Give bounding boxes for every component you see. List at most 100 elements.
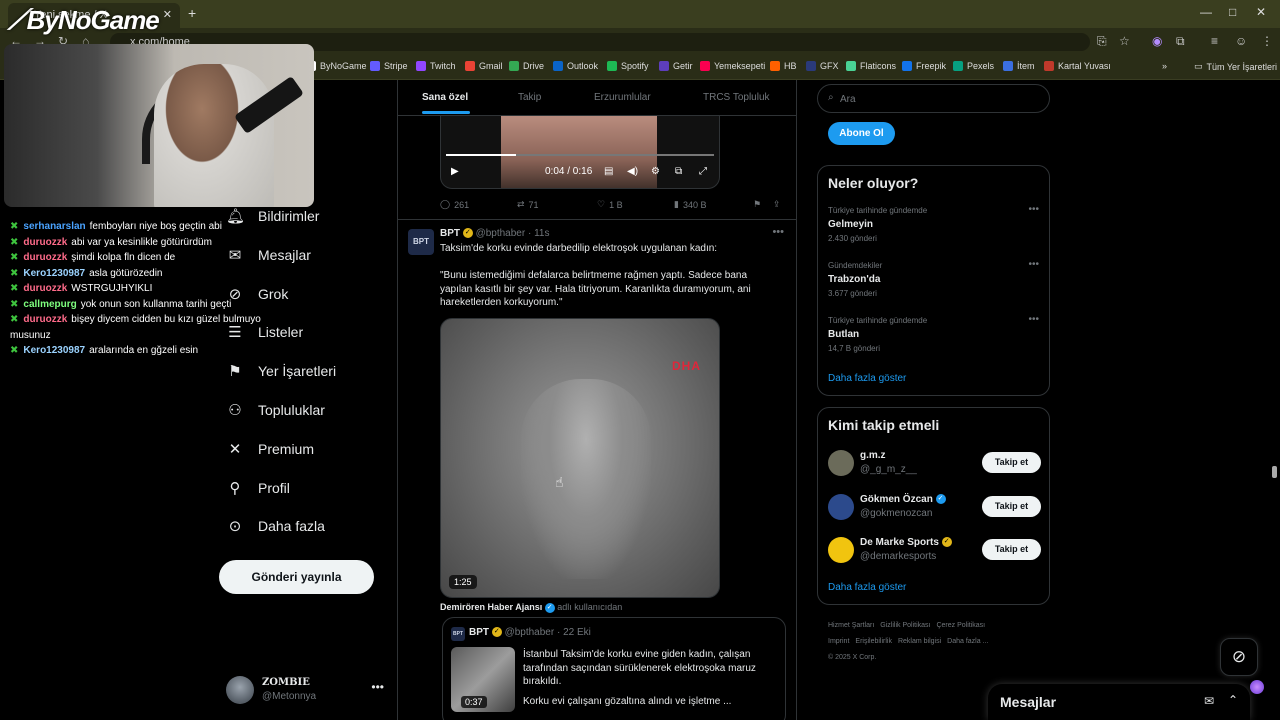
nav-item[interactable]: ✕ Premium [226, 440, 314, 458]
trend-item[interactable]: Türkiye tarihinde gündemde Gelmeyin 2.430 … [828, 204, 1041, 243]
repost-button[interactable]: ⇄ 71 [517, 199, 539, 210]
share-icon[interactable]: ⇪ [773, 199, 781, 210]
video-player[interactable]: ▶ 0:04 / 0:16 ▤ ◀) ⚙ ⧉ ⤢ [440, 116, 720, 189]
star-icon[interactable]: ☆ [1119, 34, 1130, 48]
follow-button[interactable]: Takip et [982, 495, 1041, 517]
nav-item[interactable]: ⚇ Topluluklar [226, 401, 325, 419]
bookmark-item[interactable]: GFX [806, 61, 839, 71]
quoted-tweet[interactable]: BPT BPT ✓ @bpthaber · 22 Eki 0:37 İstanb… [442, 617, 786, 720]
nav-item[interactable]: 🔔︎ Bildirimler [226, 207, 319, 225]
tab-for-you[interactable]: Sana özel [422, 92, 468, 103]
grok-icon[interactable]: ⊘ [1220, 638, 1258, 676]
install-icon[interactable]: ⎘ [1097, 34, 1107, 49]
new-tab-icon[interactable]: + [188, 5, 196, 21]
trends-title: Neler oluyor? [828, 175, 919, 191]
nav-item[interactable]: ⊘ Grok [226, 285, 289, 303]
nav-item[interactable]: ☰ Listeler [226, 323, 303, 341]
bookmark-item[interactable]: Flaticons [846, 61, 896, 71]
menu-icon[interactable]: ⋮ [1261, 34, 1273, 48]
more-icon[interactable]: ••• [1028, 259, 1039, 270]
tab-trcs[interactable]: TRCS Topluluk [703, 92, 770, 103]
fullscreen-icon[interactable]: ⤢ [699, 166, 707, 177]
follow-suggestion[interactable]: De Marke Sports ✓ @demarkesports Takip et [828, 535, 1041, 565]
subscribe-button[interactable]: Abone Ol [828, 122, 895, 145]
captions-icon[interactable]: ▤ [604, 166, 613, 177]
tweet-time[interactable]: · 11s [528, 228, 550, 239]
messages-dock[interactable]: Mesajlar ✉ ⌃ [988, 684, 1250, 720]
tab-erzurumlular[interactable]: Erzurumlular [594, 92, 651, 103]
bookmark-item[interactable]: Kartal Yuvası [1044, 61, 1111, 71]
bookmark-item[interactable]: Drive [509, 61, 544, 71]
play-icon[interactable]: ▶ [451, 166, 459, 177]
nav-item[interactable]: ⚲ Profil [226, 479, 290, 497]
tweet-author[interactable]: BPT [440, 228, 460, 239]
footer-link[interactable]: © 2025 X Corp. [828, 654, 876, 661]
footer-link[interactable]: Reklam bilgisi [898, 638, 941, 645]
settings-icon[interactable]: ⚙ [651, 166, 660, 177]
follow-suggestion[interactable]: Gökmen Özcan ✓ @gokmenozcan Takip et [828, 492, 1041, 522]
maximize-icon[interactable]: □ [1229, 5, 1236, 19]
follow-button[interactable]: Takip et [982, 539, 1041, 560]
more-icon[interactable]: ••• [1028, 204, 1039, 215]
puzzle-icon[interactable]: ⧉ [1176, 34, 1185, 49]
post-button[interactable]: Gönderi yayınla [219, 560, 374, 594]
more-icon[interactable]: ••• [772, 226, 784, 238]
footer-link[interactable]: Hizmet Şartları [828, 622, 874, 629]
bookmark-item[interactable]: Outlook [553, 61, 598, 71]
scrollbar-thumb[interactable] [1272, 466, 1277, 478]
video-progress[interactable] [446, 154, 714, 156]
bookmark-item[interactable]: Spotify [607, 61, 649, 71]
bookmark-item[interactable]: İtem [1003, 61, 1035, 71]
extension-badge-icon[interactable] [1250, 680, 1264, 694]
avatar[interactable]: BPT [408, 229, 434, 255]
nav-item[interactable]: ⊙ Daha fazla [226, 517, 325, 535]
nav-item[interactable]: ⚑ Yer İşaretleri [226, 362, 336, 380]
bookmarks-overflow-icon[interactable]: » [1162, 61, 1167, 71]
pip-icon[interactable]: ⧉ [675, 166, 682, 177]
bookmark-item[interactable]: Pexels [953, 61, 994, 71]
more-icon[interactable]: ••• [371, 680, 384, 694]
tweet-video[interactable]: DHA 1:25 ☝ [440, 318, 720, 598]
footer-link[interactable]: Gizlilik Politikası [880, 622, 930, 629]
close-tab-icon[interactable]: ✕ [163, 8, 172, 21]
bookmark-item[interactable]: Gmail [465, 61, 503, 71]
account-switcher[interactable]: ZOMBIE @Metonnya ••• [226, 674, 386, 706]
bookmark-item[interactable]: Freepik [902, 61, 946, 71]
tweet-handle[interactable]: @bpthaber [476, 228, 526, 239]
show-more-link[interactable]: Daha fazla göster [828, 582, 906, 593]
footer-link[interactable]: Erişilebilirlik [855, 638, 892, 645]
bookmark-label: Pexels [967, 61, 995, 71]
like-button[interactable]: ♡ 1 B [597, 199, 623, 210]
views-button[interactable]: ▮ 340 B [674, 199, 706, 210]
credit-name[interactable]: Demirören Haber Ajansı [440, 602, 542, 612]
bookmark-tweet-icon[interactable]: ⚑ [753, 199, 761, 210]
search-input[interactable]: ⌕ Ara [817, 84, 1050, 113]
bookmark-item[interactable]: Yemeksepeti [700, 61, 765, 71]
trend-item[interactable]: Türkiye tarihinde gündemde Butlan 14,7 B g… [828, 314, 1041, 353]
media-icon[interactable]: ≡ [1211, 34, 1218, 48]
volume-icon[interactable]: ◀) [627, 166, 638, 177]
expand-icon[interactable]: ⌃ [1228, 693, 1238, 707]
more-icon[interactable]: ••• [1028, 314, 1039, 325]
show-more-link[interactable]: Daha fazla göster [828, 373, 906, 384]
follow-suggestion[interactable]: g.m.z @_g_m_z__ Takip et [828, 448, 1041, 478]
all-bookmarks[interactable]: ▭ Tüm Yer İşaretleri [1194, 61, 1277, 72]
compose-message-icon[interactable]: ✉ [1204, 694, 1214, 708]
trend-item[interactable]: Gündemdekiler Trabzon'da 3.677 gönderi ••• [828, 259, 1041, 298]
footer-link[interactable]: Çerez Politikası [936, 622, 985, 629]
follow-button[interactable]: Takip et [982, 452, 1041, 473]
bookmark-item[interactable]: Stripe [370, 61, 408, 71]
footer-link[interactable]: Daha fazla ... [947, 638, 988, 645]
reply-button[interactable]: ◯ 261 [440, 199, 469, 210]
bookmark-item[interactable]: Getir [659, 61, 693, 71]
bookmark-item[interactable]: HB [770, 61, 797, 71]
bookmark-item[interactable]: ByNoGame [306, 61, 367, 71]
minimize-icon[interactable]: — [1200, 5, 1212, 19]
profile-icon[interactable]: ☺ [1235, 34, 1247, 48]
extension-icon[interactable]: ◉ [1152, 34, 1162, 48]
footer-link[interactable]: Imprint [828, 638, 849, 645]
close-window-icon[interactable]: ✕ [1256, 5, 1266, 19]
nav-item[interactable]: ✉ Mesajlar [226, 246, 311, 264]
tab-following[interactable]: Takip [518, 92, 541, 103]
bookmark-item[interactable]: Twitch [416, 61, 456, 71]
